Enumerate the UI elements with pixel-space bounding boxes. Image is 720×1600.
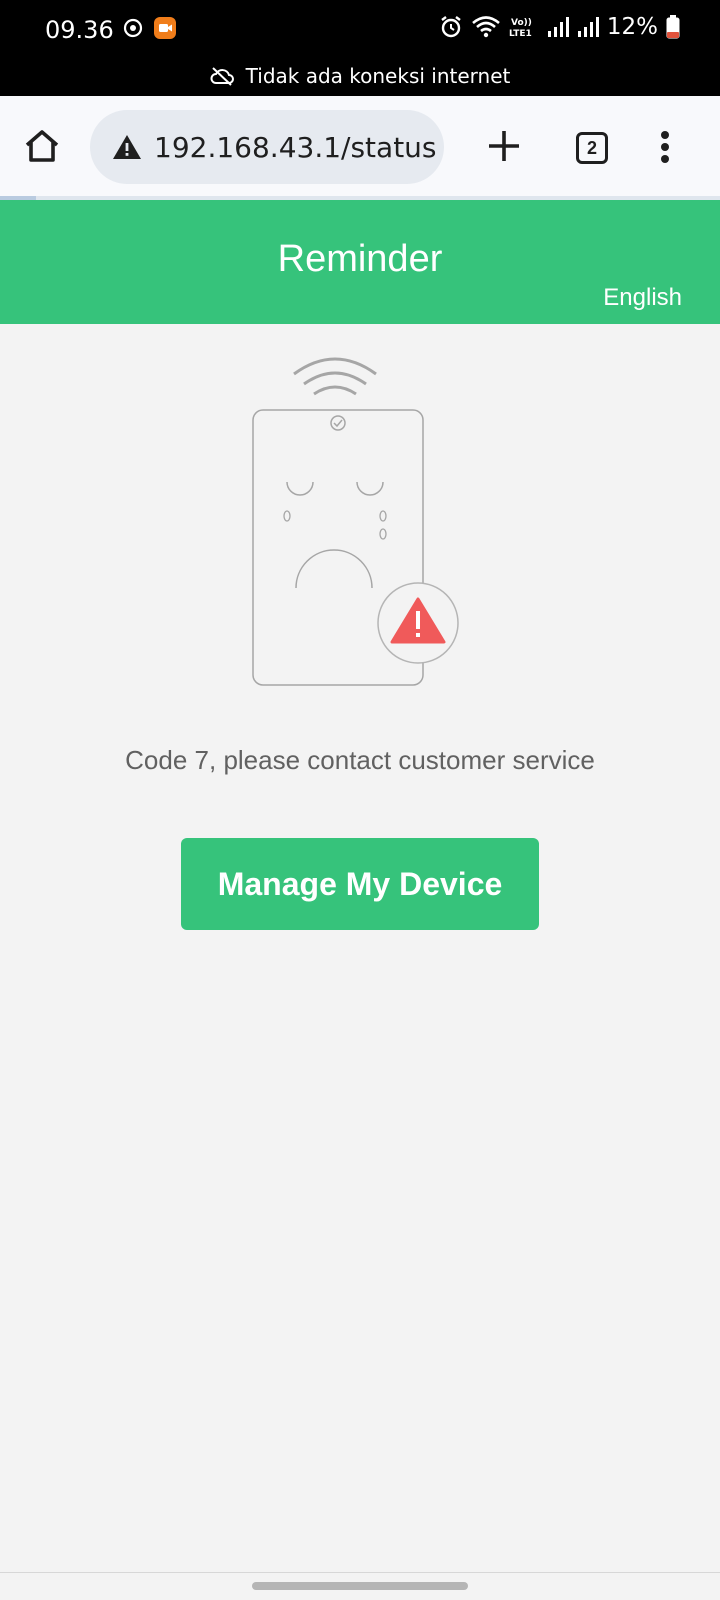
svg-text:Vo)): Vo)) (511, 18, 532, 28)
bottom-divider (0, 1572, 720, 1573)
wifi-icon (472, 16, 500, 38)
screen-recorder-icon (154, 17, 176, 39)
tear-right-1 (379, 510, 387, 522)
error-message: Code 7, please contact customer service (125, 745, 595, 775)
offline-text: Tidak ada koneksi internet (245, 64, 511, 88)
cloud-off-icon (210, 67, 234, 86)
tab-count: 2 (586, 137, 597, 158)
page-header: Reminder English (0, 200, 720, 324)
right-eye (356, 481, 384, 496)
status-left-icons (122, 17, 176, 39)
address-bar[interactable]: 192.168.43.1/status (90, 110, 444, 184)
page-title: Reminder (277, 238, 443, 280)
battery-icon (666, 15, 680, 39)
language-selector[interactable]: English (603, 284, 682, 312)
wifi-wave-inner (313, 385, 357, 396)
status-bar: 09.36 Vo)) LTE1 12% Tidak ada koneksi in… (0, 0, 720, 96)
tear-right-2 (379, 528, 387, 540)
frown-mouth (295, 549, 373, 589)
alarm-icon (441, 16, 461, 38)
volte-icon: Vo)) LTE1 (509, 18, 532, 39)
warning-icon[interactable] (112, 133, 142, 161)
svg-text:LTE1: LTE1 (509, 29, 532, 39)
tab-switcher-button[interactable]: 2 (576, 132, 608, 164)
signal-1-icon (547, 17, 569, 37)
new-tab-icon[interactable] (484, 126, 524, 166)
device-error-illustration (252, 357, 459, 686)
sync-icon (123, 18, 143, 38)
tear-left (283, 510, 291, 522)
gesture-navigation-bar[interactable] (252, 1582, 468, 1590)
check-circle-icon (330, 415, 346, 431)
battery-percent: 12% (606, 14, 658, 40)
manage-device-button[interactable]: Manage My Device (181, 838, 539, 930)
left-eye (286, 481, 314, 496)
status-time: 09.36 (45, 16, 114, 44)
wifi-wave-middle (303, 371, 367, 386)
browser-toolbar: 192.168.43.1/status 2 (0, 96, 720, 196)
offline-banner: Tidak ada koneksi internet (0, 64, 720, 88)
status-right-icons: Vo)) LTE1 12% (439, 14, 680, 40)
signal-2-icon (577, 17, 599, 37)
url-text[interactable]: 192.168.43.1/status (154, 131, 437, 164)
more-menu-icon[interactable] (655, 128, 675, 168)
home-icon[interactable] (22, 126, 62, 166)
